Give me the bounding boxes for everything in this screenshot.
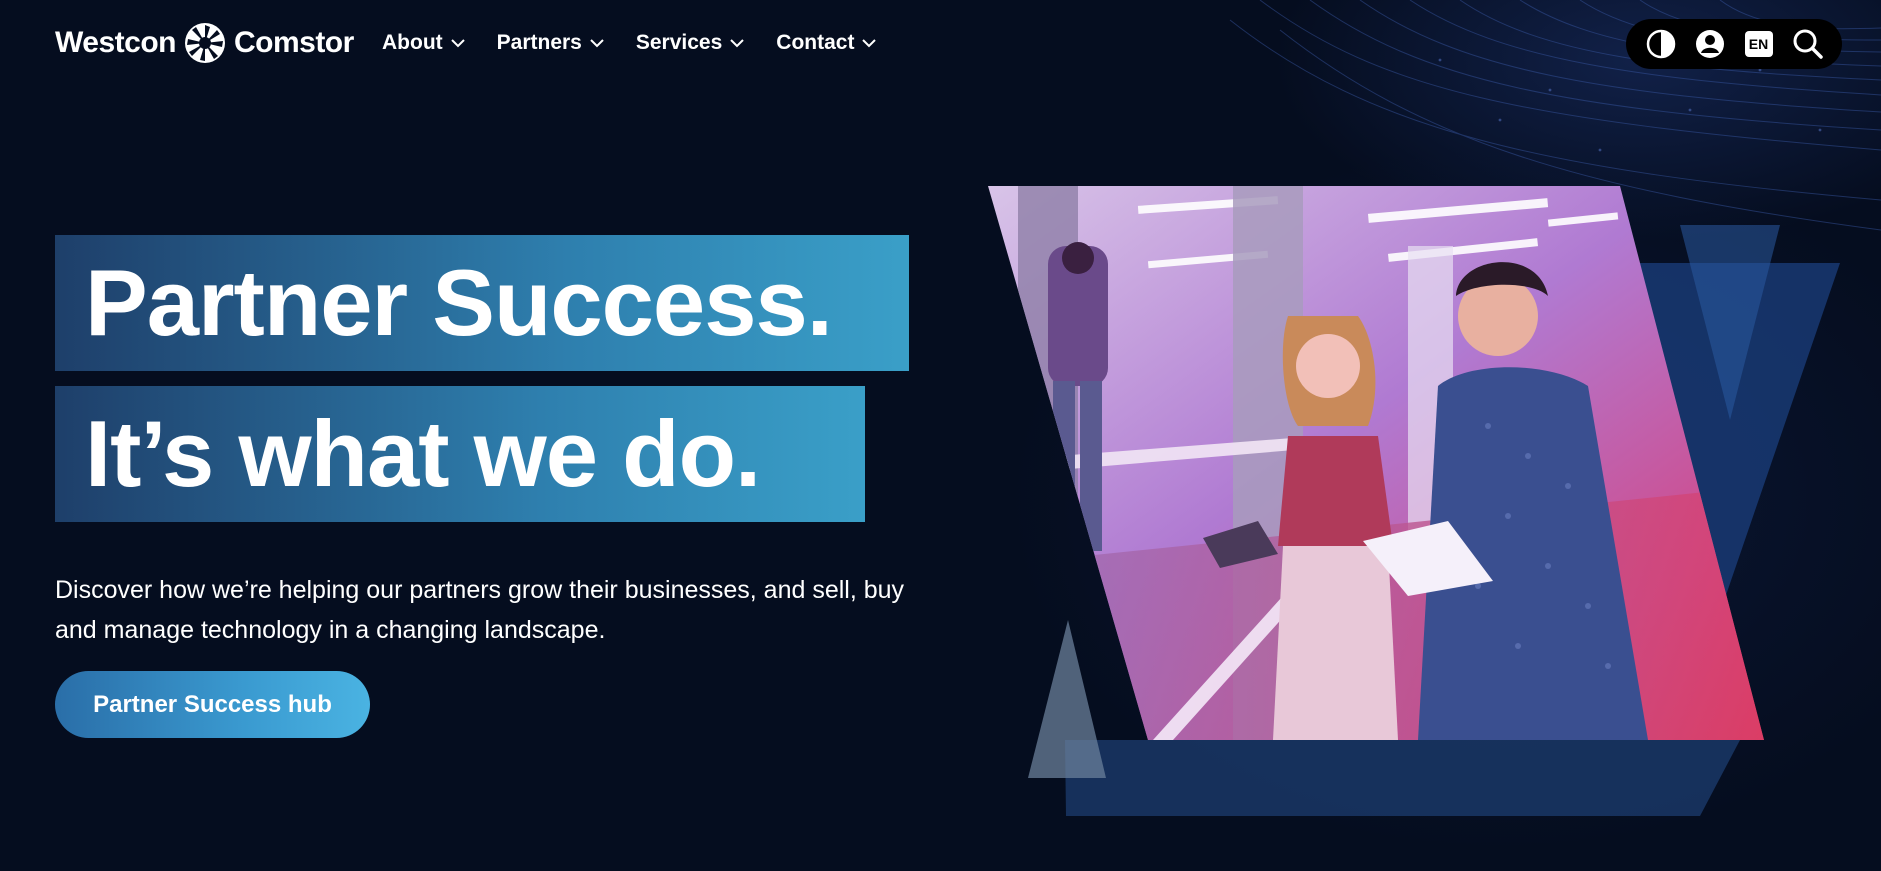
nav-item-label: About bbox=[382, 31, 443, 54]
utility-toolbar: EN bbox=[1626, 19, 1842, 69]
user-icon bbox=[1695, 30, 1724, 58]
contrast-icon bbox=[1646, 29, 1675, 59]
main-navigation: About Partners Services Contact bbox=[382, 24, 877, 62]
nav-item-contact[interactable]: Contact bbox=[776, 24, 877, 62]
search-button[interactable] bbox=[1791, 27, 1825, 61]
nav-item-about[interactable]: About bbox=[382, 24, 465, 62]
brand-name-comstor: Comstor bbox=[233, 26, 354, 59]
aperture-logo-icon bbox=[184, 23, 225, 63]
nav-item-label: Services bbox=[635, 31, 723, 54]
hero-headline-line1: Partner Success. bbox=[55, 235, 909, 371]
chevron-down-icon bbox=[590, 39, 604, 48]
search-icon bbox=[1793, 29, 1823, 59]
hero-headline-text: It’s what we do. bbox=[85, 401, 761, 506]
nav-item-services[interactable]: Services bbox=[635, 24, 745, 62]
brand-name-westcon: Westcon bbox=[55, 26, 176, 59]
language-badge: EN bbox=[1744, 31, 1773, 57]
chevron-down-icon bbox=[730, 39, 745, 48]
account-button[interactable] bbox=[1693, 27, 1727, 61]
hero-headline-line2: It’s what we do. bbox=[55, 386, 865, 522]
brand-logo[interactable]: Westcon Comstor bbox=[55, 20, 354, 66]
language-selector[interactable]: EN bbox=[1742, 27, 1776, 61]
chevron-down-icon bbox=[862, 39, 877, 48]
contrast-toggle-button[interactable] bbox=[1644, 27, 1678, 61]
hero-headline-text: Partner Success. bbox=[85, 250, 833, 355]
hero-photo-team-collaboration bbox=[988, 186, 1764, 740]
nav-item-partners[interactable]: Partners bbox=[497, 24, 604, 62]
partner-success-hub-button[interactable]: Partner Success hub bbox=[55, 671, 370, 738]
nav-item-label: Contact bbox=[776, 31, 855, 54]
chevron-down-icon bbox=[450, 39, 465, 48]
hero-description: Discover how we’re helping our partners … bbox=[55, 576, 905, 644]
nav-item-label: Partners bbox=[496, 31, 582, 54]
